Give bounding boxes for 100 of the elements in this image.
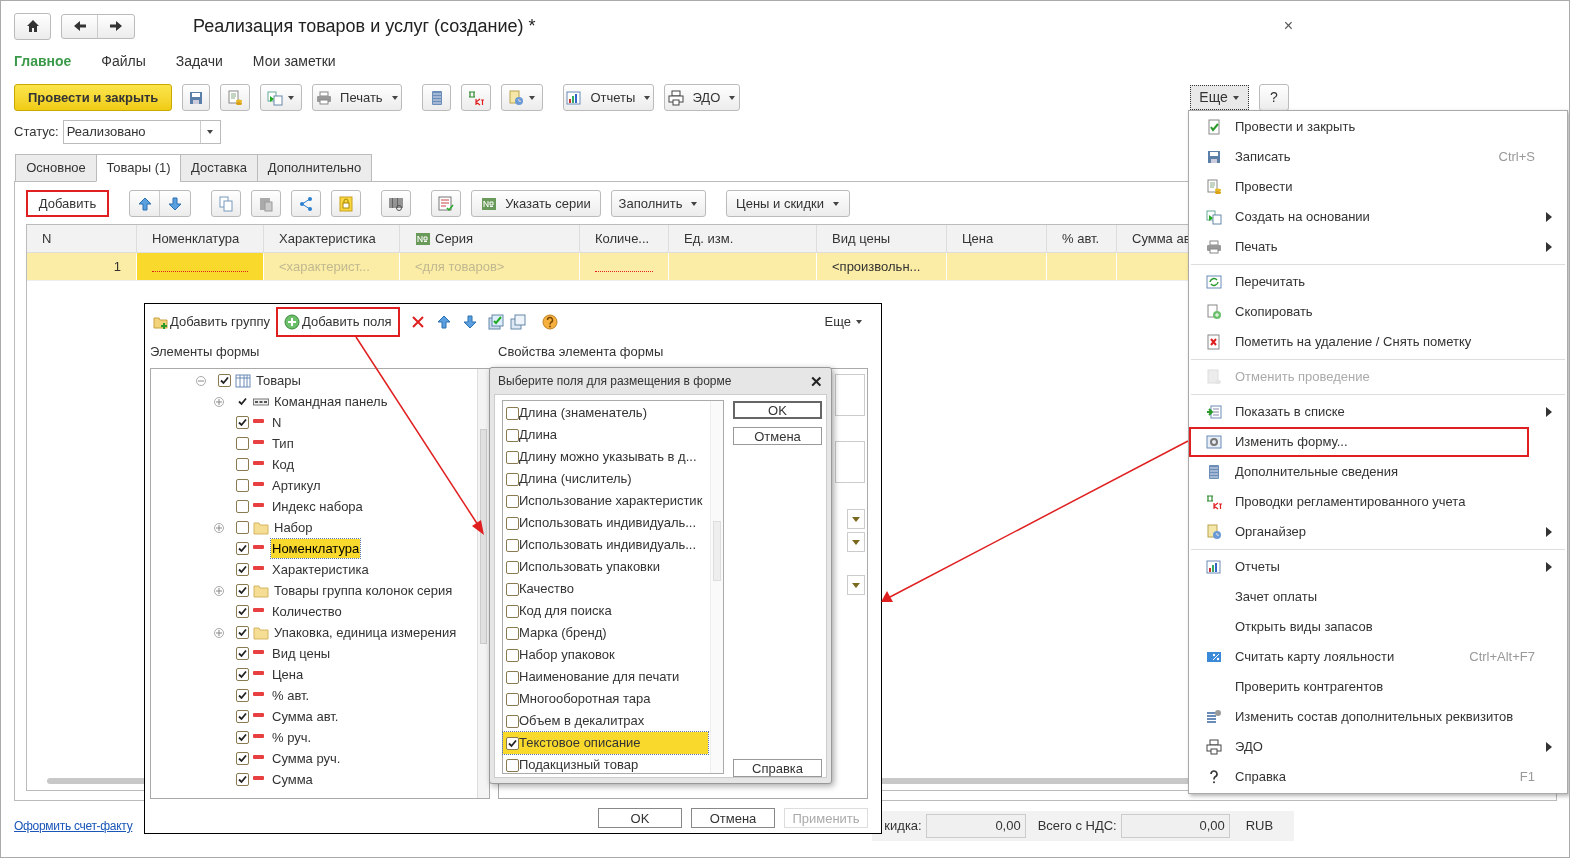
field-list-item[interactable]: Наименование для печати <box>503 666 708 688</box>
vertical-scrollbar[interactable] <box>477 369 489 798</box>
menu-item[interactable]: Пометить на удаление / Снять пометку <box>1189 327 1565 357</box>
add-group-button[interactable]: Добавить группу <box>153 312 270 332</box>
menu-item[interactable]: Органайзер <box>1189 517 1565 547</box>
checkbox[interactable] <box>506 670 519 684</box>
tree-item[interactable]: Сумма авт. <box>271 706 340 727</box>
menu-item[interactable]: Записать Ctrl+S <box>1189 142 1565 172</box>
checkbox[interactable] <box>506 626 519 640</box>
checkbox[interactable] <box>506 560 519 574</box>
checkbox[interactable] <box>236 521 249 534</box>
add-fields-button[interactable]: Добавить поля <box>276 307 400 337</box>
dialog-button[interactable]: Справка <box>733 759 822 777</box>
expand-icon[interactable] <box>214 522 224 533</box>
checkbox[interactable] <box>506 582 519 596</box>
more-button[interactable]: Еще <box>824 312 863 332</box>
tree-item[interactable]: Количество <box>271 601 343 622</box>
field-list-item[interactable]: Код для поиска <box>503 600 708 622</box>
tab[interactable]: Доставка <box>180 154 258 182</box>
checkbox[interactable] <box>506 604 519 618</box>
checkbox[interactable] <box>236 752 249 765</box>
vertical-scrollbar[interactable] <box>710 401 723 773</box>
checkbox[interactable] <box>236 542 249 555</box>
menu-item[interactable]: Проверить контрагентов <box>1189 672 1565 702</box>
windows-button[interactable] <box>509 314 526 330</box>
field-list-item[interactable]: Длина <box>503 424 708 446</box>
additional-info-button[interactable] <box>422 84 452 111</box>
edo-button[interactable]: ЭДО <box>664 84 741 111</box>
checkmark-icon[interactable] <box>236 396 249 407</box>
tab[interactable]: Дополнительно <box>257 154 372 182</box>
paste-button[interactable] <box>251 190 281 217</box>
field-list-item[interactable]: Длина (числитель) <box>503 468 708 490</box>
dropdown-button[interactable] <box>847 509 865 529</box>
checkbox[interactable] <box>236 689 249 702</box>
field-list-item[interactable]: Использовать упаковки <box>503 556 708 578</box>
checkbox[interactable] <box>218 374 231 387</box>
tree-item[interactable]: Товары <box>255 370 302 391</box>
check-all-button[interactable] <box>487 314 504 330</box>
reports-button[interactable]: Отчеты <box>563 84 655 111</box>
section-tab[interactable]: Задачи <box>175 50 223 72</box>
dialog-button[interactable]: OK <box>733 401 822 420</box>
column-header[interactable]: Цена <box>947 225 1047 252</box>
checkbox[interactable] <box>236 647 249 660</box>
menu-item[interactable]: Провести <box>1189 172 1565 202</box>
field-list-item[interactable]: Марка (бренд) <box>503 622 708 644</box>
checkbox[interactable] <box>506 428 519 442</box>
menu-item[interactable]: ЭДО <box>1189 732 1565 762</box>
checkbox[interactable] <box>506 758 519 772</box>
field-list-item[interactable]: Использовать индивидуаль... <box>503 512 708 534</box>
tab[interactable]: Основное <box>15 154 97 182</box>
checkbox[interactable] <box>236 500 249 513</box>
close-button[interactable]: × <box>1283 18 1293 34</box>
menu-item[interactable]: Отчеты <box>1189 552 1565 582</box>
expand-icon[interactable] <box>214 585 224 596</box>
tree-item[interactable]: Артикул <box>271 475 322 496</box>
section-tab[interactable]: Мои заметки <box>252 50 336 72</box>
fill-button[interactable]: Заполнить <box>611 190 706 217</box>
field-list-item[interactable]: Длина (знаменатель) <box>503 402 708 424</box>
more-button[interactable]: Еще <box>1190 85 1249 110</box>
field-list-item[interactable]: Подакцизный товар <box>503 754 708 776</box>
checkbox[interactable] <box>236 479 249 492</box>
checkbox[interactable] <box>236 710 249 723</box>
home-button[interactable] <box>14 12 51 40</box>
checkbox[interactable] <box>506 450 519 464</box>
organizer-button[interactable] <box>501 84 544 111</box>
field-list-item[interactable]: Многооборотная тара <box>503 688 708 710</box>
share-button[interactable] <box>291 190 321 217</box>
menu-item[interactable]: Провести и закрыть <box>1189 112 1565 142</box>
tree-item[interactable]: Командная панель <box>273 391 389 412</box>
add-button[interactable]: Добавить <box>26 190 109 217</box>
field-list-item[interactable]: Использовать индивидуаль... <box>503 534 708 556</box>
menu-item[interactable]: Изменить форму... <box>1189 427 1529 457</box>
expand-icon[interactable] <box>214 627 224 638</box>
tree-item[interactable]: Индекс набора <box>271 496 364 517</box>
tree-item[interactable]: Вид цены <box>271 643 332 664</box>
checkbox[interactable] <box>506 714 519 728</box>
column-header[interactable]: N <box>27 225 137 252</box>
checkbox[interactable] <box>506 516 519 530</box>
checkbox[interactable] <box>236 416 249 429</box>
tree-item[interactable]: N <box>271 412 283 433</box>
checkbox[interactable] <box>236 626 249 639</box>
dropdown-button[interactable] <box>847 575 865 595</box>
check-button[interactable] <box>431 190 461 217</box>
field-list-item[interactable]: Использование характеристик <box>503 490 708 512</box>
checkbox[interactable] <box>236 668 249 681</box>
invoice-link[interactable]: Оформить счет-факту <box>14 817 133 835</box>
tree-item[interactable]: Код <box>271 454 296 475</box>
menu-item[interactable]: Справка F1 <box>1189 762 1565 792</box>
checkbox[interactable] <box>506 692 519 706</box>
checkbox[interactable] <box>506 472 519 486</box>
checkbox[interactable] <box>506 736 519 750</box>
tree-item[interactable]: Упаковка, единица измерения <box>273 622 458 643</box>
tree-item[interactable]: Номенклатура <box>271 538 361 559</box>
tree-item[interactable]: Сумма <box>271 769 314 790</box>
menu-item[interactable]: Показать в списке <box>1189 397 1565 427</box>
checkbox[interactable] <box>236 773 249 786</box>
column-header[interactable]: Номенклатура <box>137 225 264 252</box>
checkbox[interactable] <box>506 648 519 662</box>
dialog-button[interactable]: Отмена <box>691 808 775 828</box>
checkbox[interactable] <box>236 563 249 576</box>
